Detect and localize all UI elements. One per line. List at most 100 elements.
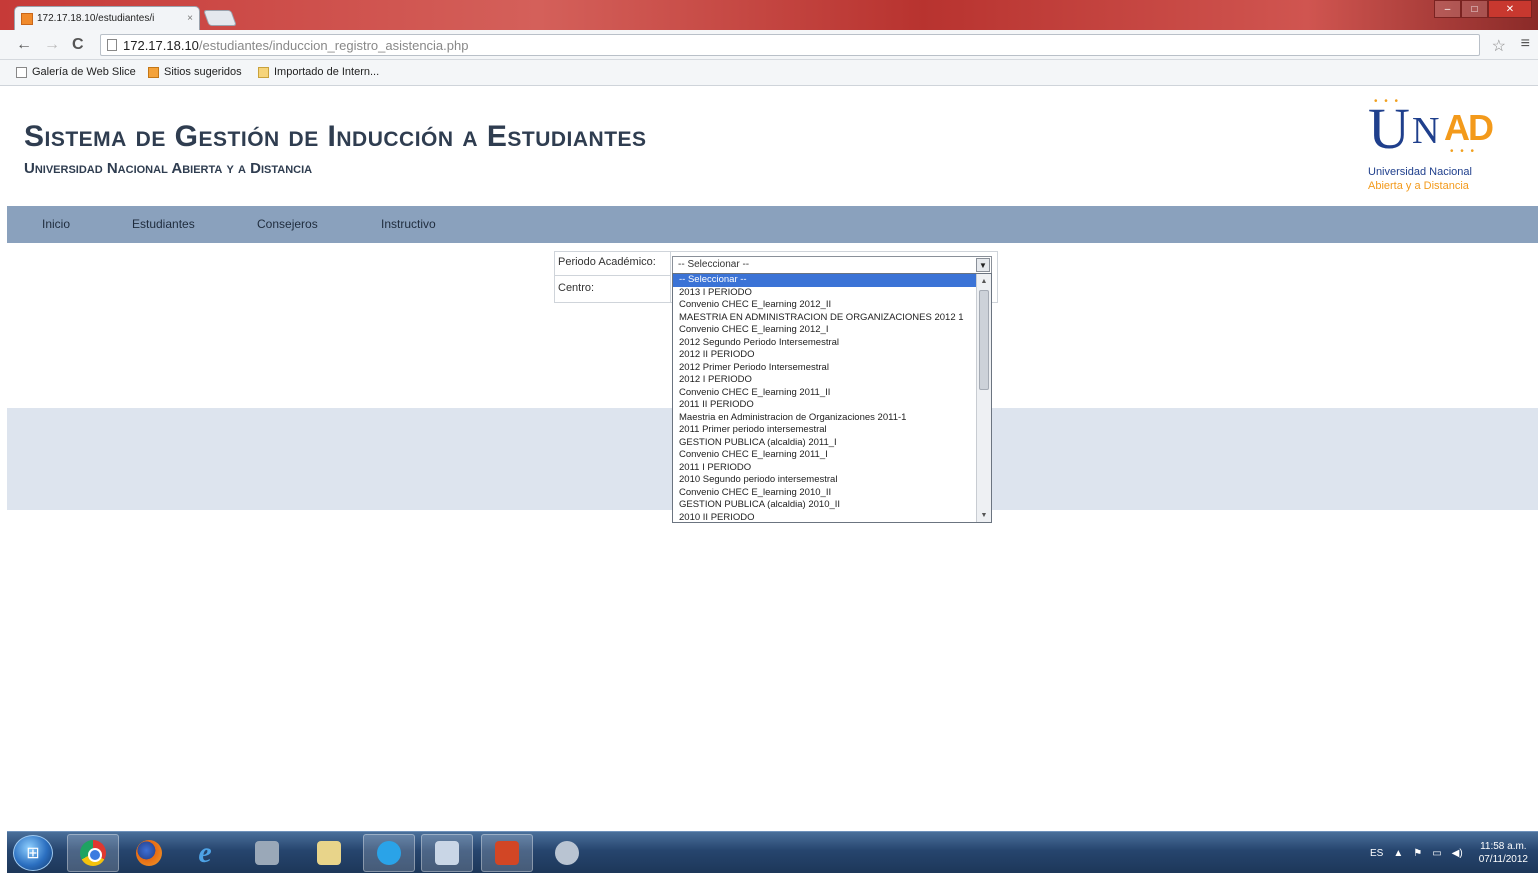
dropdown-option[interactable]: 2013 I PERIODO xyxy=(673,287,977,300)
dropdown-scrollbar[interactable]: ▲ ▼ xyxy=(976,274,991,522)
page-subtitle: Universidad Nacional Abierta y a Distanc… xyxy=(24,160,313,177)
browser-titlebar: 172.17.18.10/estudiantes/i × – □ ✕ xyxy=(0,0,1538,30)
url-host: 172.17.18.10 xyxy=(123,37,199,53)
system-tray: ES ▲ ⚑ ▭ ◀) 11:58 a.m. 07/11/2012 xyxy=(1360,832,1528,874)
volume-icon[interactable]: ◀) xyxy=(1452,848,1463,859)
address-bar[interactable]: 172.17.18.10/estudiantes/induccion_regis… xyxy=(100,34,1480,56)
dropdown-option[interactable]: Convenio CHEC E_learning 2010_II xyxy=(673,487,977,500)
periodo-select-value: -- Seleccionar -- xyxy=(678,259,750,270)
flag-icon[interactable]: ⚑ xyxy=(1413,848,1422,859)
window-icon xyxy=(435,841,459,865)
taskbar-skype[interactable] xyxy=(363,834,415,872)
dropdown-option[interactable]: 2010 II PERIODO xyxy=(673,512,977,523)
browser-menu-icon[interactable]: ≡ xyxy=(1521,35,1530,53)
bookmark-web-slice[interactable]: Galería de Web Slice xyxy=(16,66,136,78)
network-icon[interactable]: ▭ xyxy=(1432,848,1441,859)
dropdown-option[interactable]: Convenio CHEC E_learning 2012_II xyxy=(673,299,977,312)
clock[interactable]: 11:58 a.m. 07/11/2012 xyxy=(1479,840,1528,866)
logo-line-2: Abierta y a Distancia xyxy=(1368,180,1469,192)
taskbar-explorer[interactable] xyxy=(421,834,473,872)
bookmark-label: Importado de Intern... xyxy=(274,66,380,78)
dropdown-option[interactable]: GESTION PUBLICA (alcaldia) 2011_I xyxy=(673,437,977,450)
page-title: Sistema de Gestión de Inducción a Estudi… xyxy=(24,120,647,153)
firefox-icon xyxy=(136,840,162,866)
periodo-dropdown-list[interactable]: -- Seleccionar -- 2013 I PERIODO Convenio … xyxy=(672,273,992,523)
logo-letters-ad: AD xyxy=(1444,107,1494,148)
browser-tab[interactable]: 172.17.18.10/estudiantes/i × xyxy=(14,6,200,30)
centro-label: Centro: xyxy=(555,276,671,303)
maximize-button[interactable]: □ xyxy=(1461,0,1488,18)
skype-icon xyxy=(377,841,401,865)
nav-item-inicio[interactable]: Inicio xyxy=(42,217,70,231)
page-icon xyxy=(107,39,117,51)
dropdown-option[interactable]: Convenio CHEC E_learning 2012_I xyxy=(673,324,977,337)
suggested-sites-icon xyxy=(148,66,159,78)
nav-item-consejeros[interactable]: Consejeros xyxy=(257,217,318,231)
start-button[interactable]: ⊞ xyxy=(13,835,53,871)
dropdown-option[interactable]: Convenio CHEC E_learning 2011_I xyxy=(673,449,977,462)
bookmark-label: Sitios sugeridos xyxy=(164,66,242,78)
logo-line-1: Universidad Nacional xyxy=(1368,166,1472,178)
dropdown-option[interactable]: 2010 Segundo periodo intersemestral xyxy=(673,474,977,487)
chrome-icon xyxy=(80,840,106,866)
dropdown-option[interactable]: Maestria en Administracion de Organizaci… xyxy=(673,412,977,425)
magnifier-icon xyxy=(255,841,279,865)
logo-letter-u: U xyxy=(1368,96,1410,161)
scroll-up-icon[interactable]: ▲ xyxy=(977,275,991,287)
bookmark-importado[interactable]: Importado de Intern... xyxy=(258,66,379,78)
bookmark-sitios-sugeridos[interactable]: Sitios sugeridos xyxy=(148,66,242,78)
window-controls: – □ ✕ xyxy=(1434,0,1532,18)
scroll-down-icon[interactable]: ▼ xyxy=(977,509,991,521)
folder-icon xyxy=(258,66,269,78)
dropdown-option[interactable]: -- Seleccionar -- xyxy=(673,274,977,287)
nav-item-estudiantes[interactable]: Estudiantes xyxy=(132,217,195,231)
forward-arrow-icon[interactable]: → xyxy=(44,36,60,54)
page-favicon-icon xyxy=(21,12,33,25)
dropdown-option[interactable]: 2011 II PERIODO xyxy=(673,399,977,412)
dropdown-option[interactable]: 2012 II PERIODO xyxy=(673,349,977,362)
new-tab-button[interactable] xyxy=(203,10,237,26)
periodo-select[interactable]: -- Seleccionar -- ▼ xyxy=(672,256,992,274)
tab-close-icon[interactable]: × xyxy=(187,13,193,24)
taskbar-search-app[interactable] xyxy=(241,834,293,872)
taskbar-notes[interactable] xyxy=(303,834,355,872)
dropdown-option[interactable]: MAESTRIA EN ADMINISTRACION DE ORGANIZACI… xyxy=(673,312,977,325)
taskbar-powerpoint[interactable] xyxy=(481,834,533,872)
tab-title: 172.17.18.10/estudiantes/i xyxy=(37,13,155,24)
notes-icon xyxy=(317,841,341,865)
taskbar-firefox[interactable] xyxy=(123,834,175,872)
dropdown-option[interactable]: Convenio CHEC E_learning 2011_II xyxy=(673,387,977,400)
clock-time: 11:58 a.m. xyxy=(1480,841,1527,852)
url-path: /estudiantes/induccion_registro_asistenc… xyxy=(198,37,469,53)
dropdown-option[interactable]: 2011 Primer periodo intersemestral xyxy=(673,424,977,437)
bookmark-star-icon[interactable]: ☆ xyxy=(1492,36,1506,56)
close-window-button[interactable]: ✕ xyxy=(1488,0,1532,18)
logo-dots-icon: • • • xyxy=(1450,146,1477,157)
powerpoint-icon xyxy=(495,841,519,865)
minimize-button[interactable]: – xyxy=(1434,0,1461,18)
tray-expand-icon[interactable]: ▲ xyxy=(1393,848,1403,859)
dropdown-option[interactable]: 2011 I PERIODO xyxy=(673,462,977,475)
taskbar-chrome[interactable] xyxy=(67,834,119,872)
unad-logo: • • • U N AD • • • Universidad Nacional … xyxy=(1362,94,1502,198)
browser-toolbar: ← → C 172.17.18.10/estudiantes/induccion… xyxy=(0,30,1538,60)
bookmarks-bar: Galería de Web Slice Sitios sugeridos Im… xyxy=(0,60,1538,86)
reload-icon[interactable]: C xyxy=(72,36,84,54)
option-list: -- Seleccionar -- 2013 I PERIODO Convenio … xyxy=(673,274,977,523)
dropdown-option[interactable]: 2012 Primer Periodo Intersemestral xyxy=(673,362,977,375)
dropdown-option[interactable]: 2012 Segundo Periodo Intersemestral xyxy=(673,337,977,350)
periodo-label: Periodo Académico: xyxy=(555,252,671,276)
page-icon xyxy=(16,66,27,78)
taskbar-paint[interactable] xyxy=(541,834,593,872)
nav-item-instructivo[interactable]: Instructivo xyxy=(381,217,436,231)
back-arrow-icon[interactable]: ← xyxy=(16,36,32,54)
bookmark-label: Galería de Web Slice xyxy=(32,66,136,78)
taskbar-ie[interactable]: e xyxy=(179,834,231,872)
logo-letter-n: N xyxy=(1412,110,1440,152)
scrollbar-thumb[interactable] xyxy=(979,290,989,390)
windows-taskbar: ⊞ e ES ▲ ⚑ ▭ ◀) 11:58 a.m. 07/11/2012 xyxy=(7,831,1538,873)
language-indicator[interactable]: ES xyxy=(1370,848,1383,859)
chevron-down-icon[interactable]: ▼ xyxy=(976,258,990,272)
dropdown-option[interactable]: 2012 I PERIODO xyxy=(673,374,977,387)
dropdown-option[interactable]: GESTION PUBLICA (alcaldia) 2010_II xyxy=(673,499,977,512)
